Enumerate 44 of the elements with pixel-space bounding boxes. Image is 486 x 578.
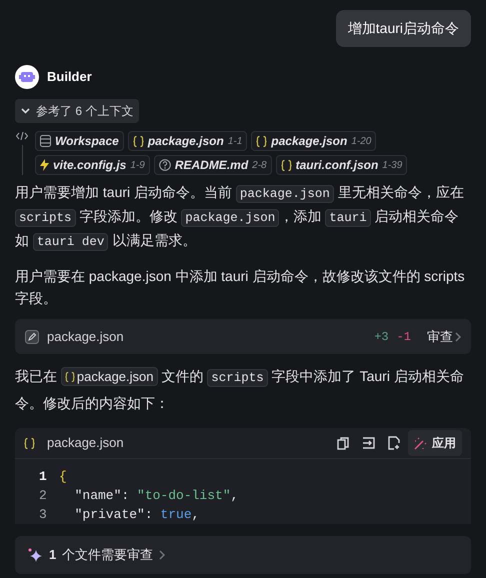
- context-chip[interactable]: package.json 1-20: [251, 131, 376, 151]
- removed-count: -1: [396, 328, 411, 346]
- context-chip[interactable]: Workspace: [35, 131, 124, 151]
- robot-avatar-icon: [15, 65, 39, 89]
- new-file-icon[interactable]: [388, 436, 400, 450]
- magic-wand-icon: [414, 436, 427, 450]
- chevron-right-icon: [159, 550, 166, 560]
- line-number: 3: [39, 506, 48, 524]
- review-files-button[interactable]: 1 个文件需要审查: [27, 545, 166, 565]
- assistant-name: Builder: [47, 68, 92, 86]
- chevron-right-icon: [455, 332, 461, 342]
- context-chip[interactable]: tauri.conf.json 1-39: [276, 155, 408, 175]
- line-number: 1: [39, 468, 48, 486]
- chevron-icon: [21, 108, 30, 114]
- paragraph: 用户需要增加 tauri 启动命令。当前 package.json 里无相关命令，应在 scripts 字段添加。修改 package.json ，添加 tauri 启动相关命令如 tauri dev 以满足需求。: [15, 183, 465, 253]
- server-icon: [40, 135, 51, 147]
- code-icon: [16, 131, 28, 141]
- braces-icon: [24, 438, 35, 448]
- pencil-icon: [25, 330, 39, 344]
- review-button[interactable]: 审查: [427, 326, 461, 346]
- help-icon: [158, 159, 171, 171]
- file-name: package.json: [47, 434, 125, 452]
- insert-icon[interactable]: [362, 437, 375, 449]
- context-chip[interactable]: package.json 1-1: [128, 131, 248, 151]
- line-number: 2: [39, 487, 48, 505]
- context-toggle[interactable]: 参考了 6 个上下文: [15, 99, 140, 123]
- code-line: "private": true,: [74, 506, 200, 524]
- braces-icon: [256, 136, 268, 146]
- copy-icon[interactable]: [337, 436, 349, 450]
- braces-icon: [132, 136, 144, 146]
- user-message: 增加tauri启动命令: [336, 10, 471, 47]
- paragraph: 用户需要在 package.json 中添加 tauri 启动命令，故修改该文件的 scripts 字段。: [15, 267, 466, 308]
- sparkle-icon: [27, 547, 43, 563]
- context-chip[interactable]: README.md 2-8: [154, 155, 272, 175]
- braces-icon: [280, 160, 292, 170]
- code-line: "name": "to-do-list",: [74, 487, 238, 505]
- braces-icon: [64, 372, 75, 382]
- apply-button[interactable]: 应用: [408, 430, 462, 456]
- added-count: +3: [374, 328, 389, 346]
- context-chip[interactable]: vite.config.js 1-9: [35, 155, 150, 175]
- lightning-icon: [40, 159, 49, 171]
- file-name: package.json: [47, 328, 125, 346]
- code-line: {: [59, 468, 67, 486]
- summary-paragraph: 我已在 package.json 文件的 scripts 字段中添加了 Tauri 启动相关命令。修改后的内容如下：: [15, 366, 465, 413]
